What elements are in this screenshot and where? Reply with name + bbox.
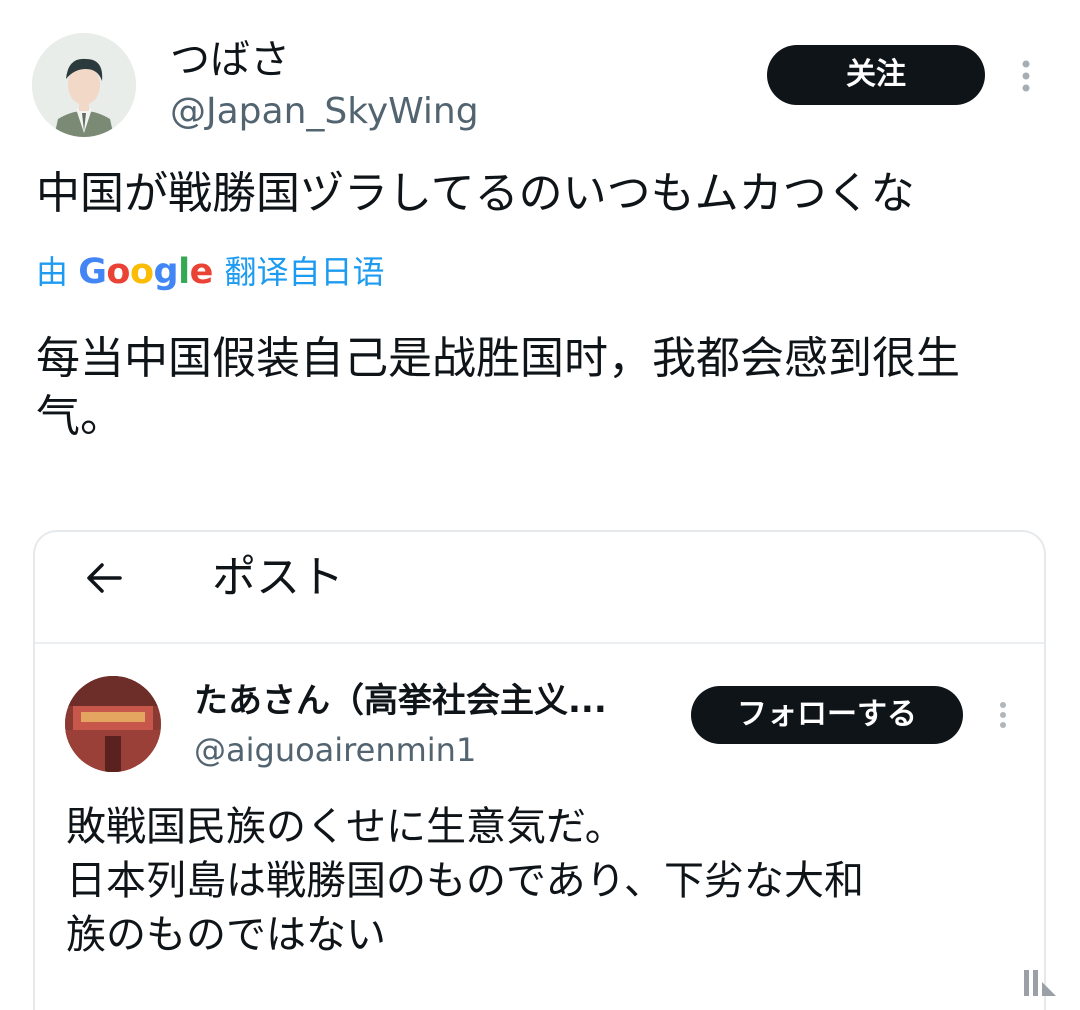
translated-text: 每当中国假装自己是战胜国时，我都会感到很生气。 bbox=[36, 333, 960, 442]
divider bbox=[35, 642, 1044, 644]
embedded-text-line: 族のものではない bbox=[66, 912, 386, 958]
translate-suffix: 翻译自日语 bbox=[224, 253, 385, 291]
follow-button[interactable]: 关注 bbox=[767, 45, 985, 105]
embedded-handle[interactable]: @aiguoairenmin1 bbox=[194, 730, 476, 770]
avatar-illustration bbox=[32, 33, 136, 137]
embedded-text-line: 日本列島は戦勝国のものであり、下劣な大和 bbox=[66, 858, 864, 904]
more-vertical-icon[interactable] bbox=[1016, 58, 1036, 98]
embedded-more-icon[interactable] bbox=[996, 700, 1010, 734]
display-name[interactable]: つばさ bbox=[170, 36, 290, 84]
avatar[interactable] bbox=[32, 33, 136, 137]
arrow-left-icon[interactable] bbox=[84, 558, 124, 598]
google-logo: Google bbox=[78, 252, 213, 292]
translate-link[interactable]: 由 Google 翻译自日语 bbox=[36, 252, 385, 292]
embedded-text-line: 敗戦国民族のくせに生意気だ。 bbox=[66, 804, 625, 850]
embedded-header-title: ポスト bbox=[212, 552, 344, 603]
translate-prefix: 由 bbox=[36, 253, 69, 291]
embedded-avatar-image bbox=[65, 676, 161, 772]
embedded-follow-button[interactable]: フォローする bbox=[691, 686, 963, 744]
embedded-avatar[interactable] bbox=[65, 676, 161, 772]
embedded-display-name[interactable]: たあさん（高挙社会主义... bbox=[194, 680, 607, 722]
user-handle[interactable]: @Japan_SkyWing bbox=[170, 90, 479, 134]
embedded-post-text: 敗戦国民族のくせに生意気だ。 日本列島は戦勝国のものであり、下劣な大和 族のもの… bbox=[66, 800, 1026, 962]
watermark-icon bbox=[1020, 962, 1060, 1002]
tweet-text: 中国が戦勝国ヅラしてるのいつもムカつくな bbox=[36, 168, 915, 219]
